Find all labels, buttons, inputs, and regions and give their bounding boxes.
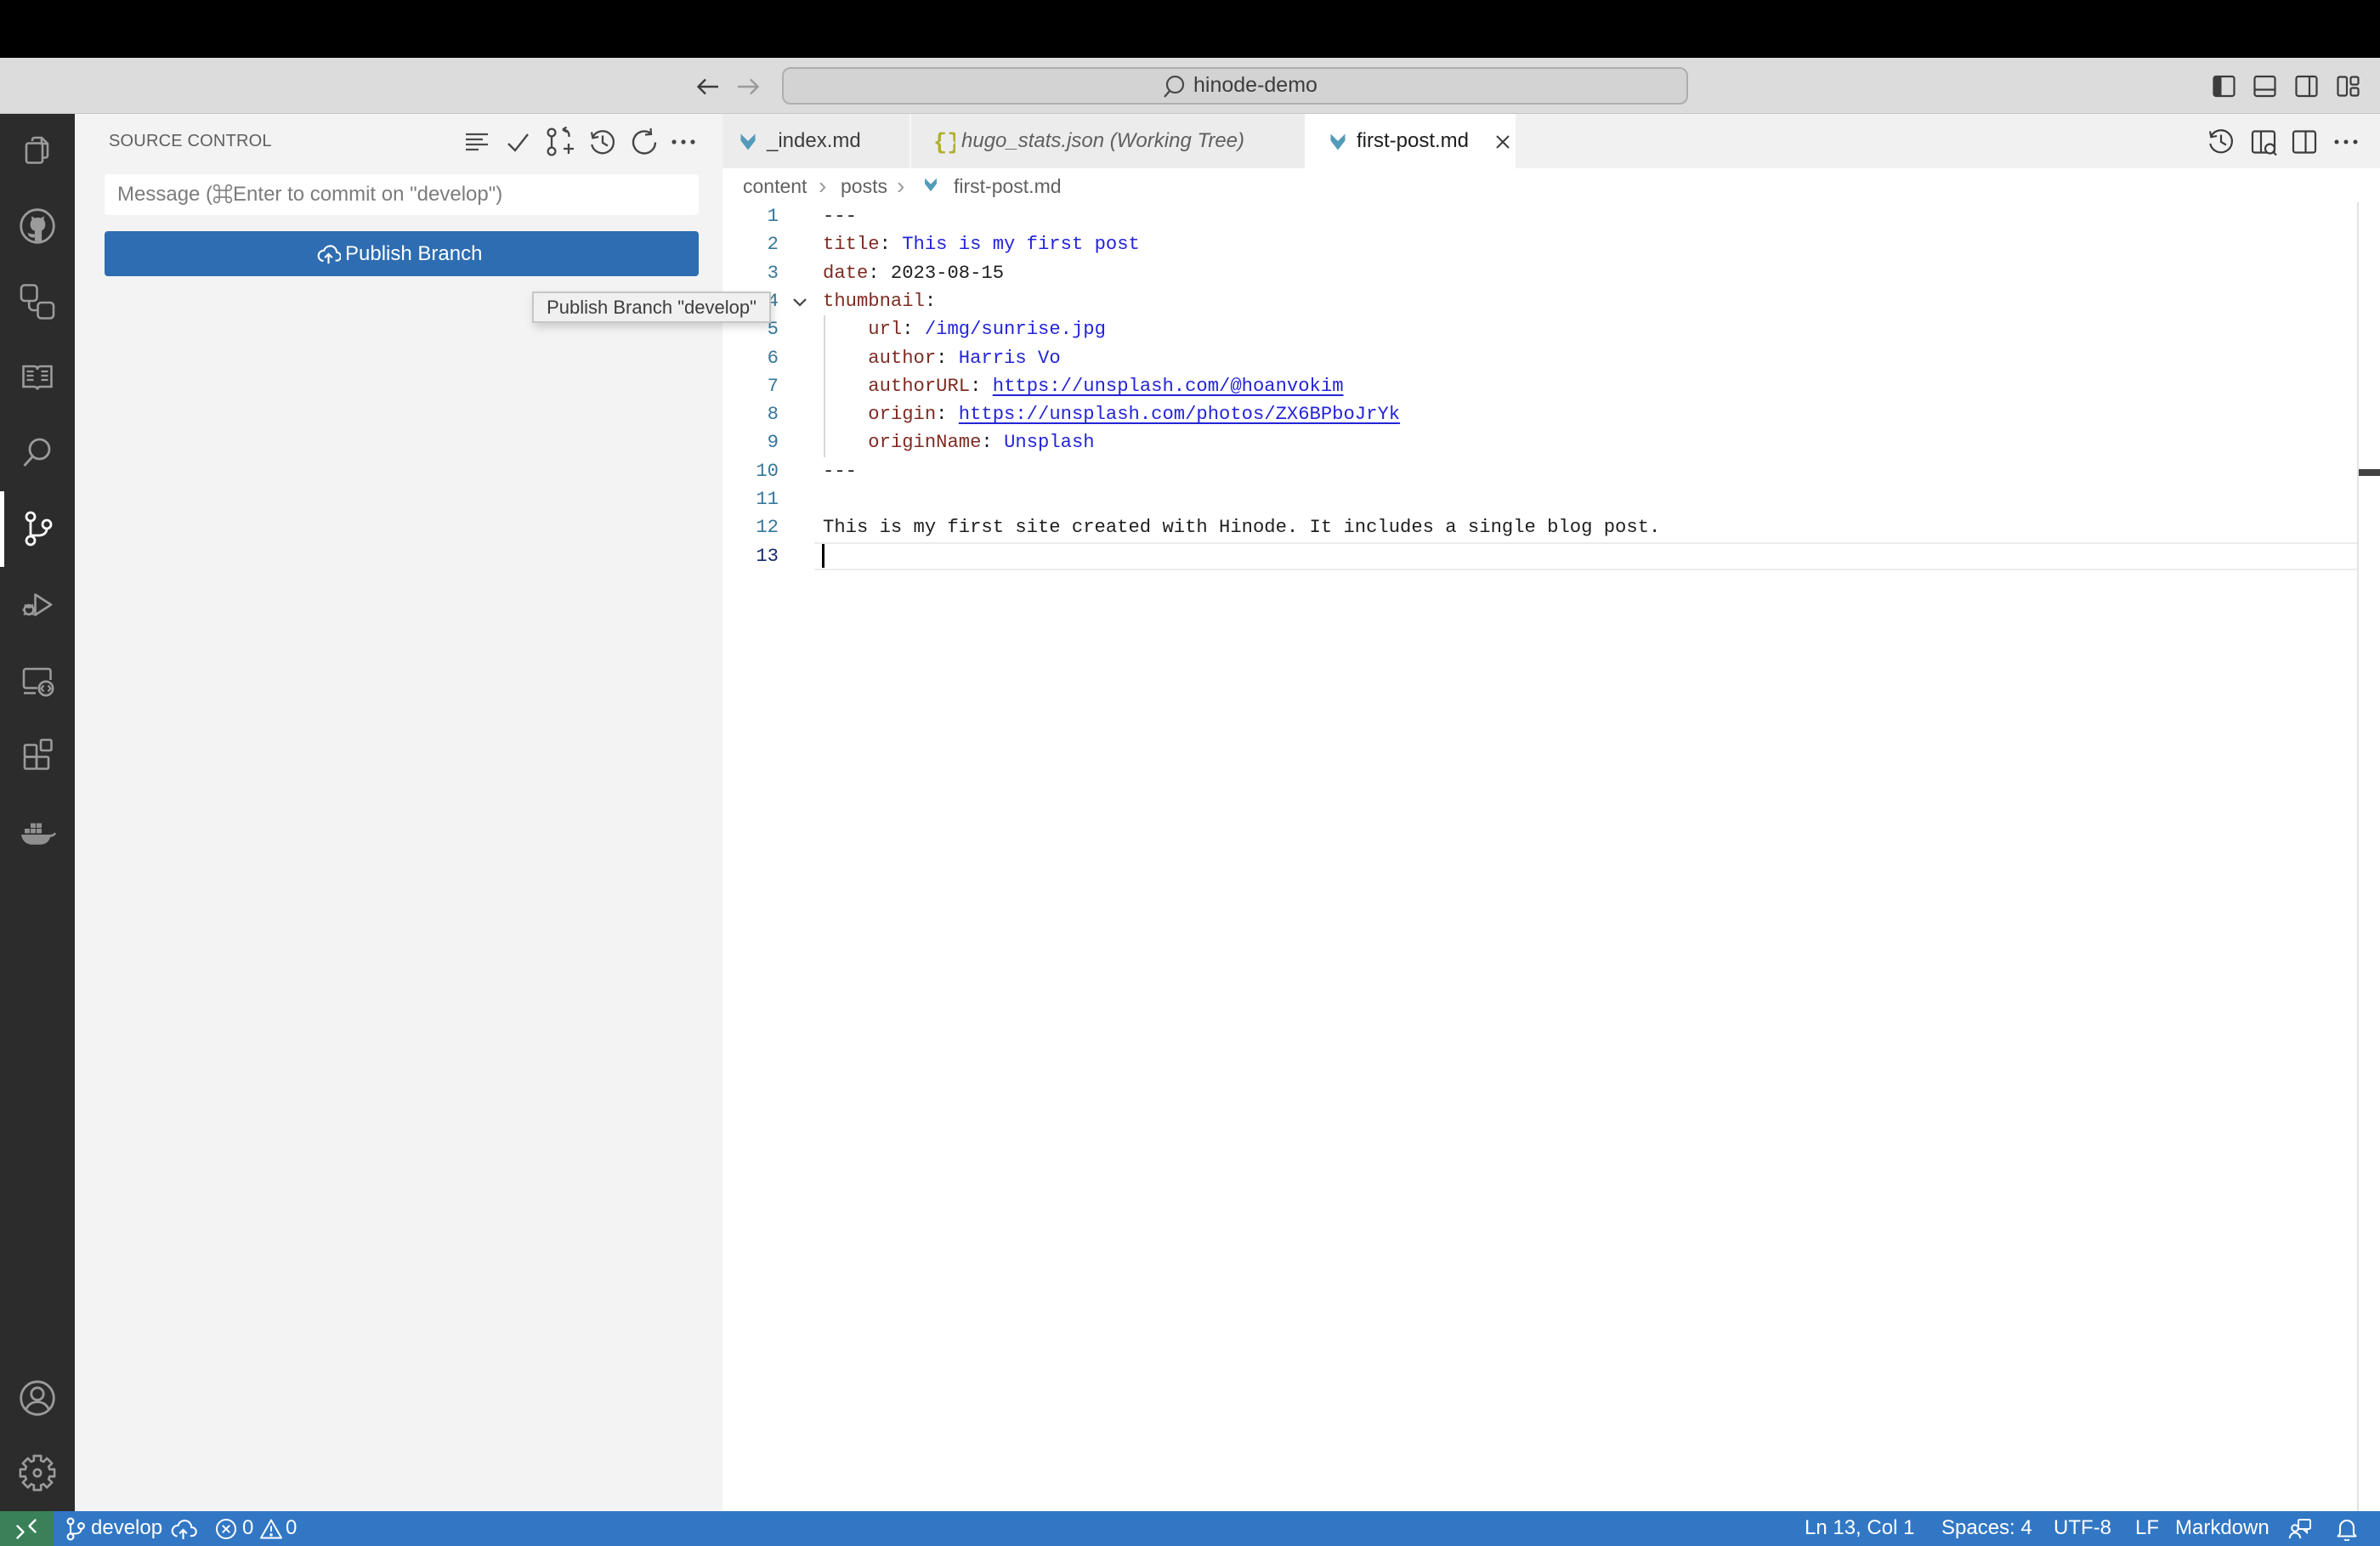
svg-text:{}: {}	[933, 131, 955, 155]
